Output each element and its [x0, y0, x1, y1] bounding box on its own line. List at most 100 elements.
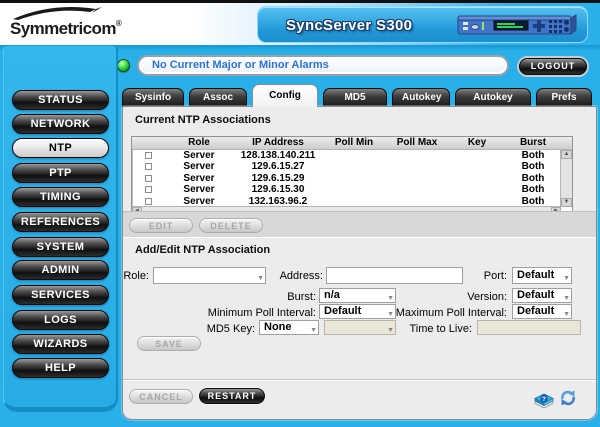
edit-button[interactable]: EDIT: [129, 218, 193, 233]
row-checkbox[interactable]: [144, 197, 152, 205]
svg-text:?: ?: [542, 396, 546, 403]
logo-text: Symmetricom®: [10, 19, 122, 38]
cell-role: Server: [183, 184, 215, 196]
cell-key: [448, 184, 506, 195]
role-label: Role:: [123, 270, 149, 282]
cell-ip: 129.6.15.29: [251, 172, 305, 184]
symmetricom-logo: Symmetricom®: [10, 5, 140, 43]
cell-poll-max: [386, 173, 448, 184]
max-poll-select[interactable]: Default ▼: [512, 304, 572, 319]
footer-divider: [123, 379, 596, 381]
tab-prefs[interactable]: Prefs: [536, 88, 592, 107]
cell-key: [448, 150, 506, 161]
cell-poll-max: [386, 150, 448, 161]
cell-role: Server: [183, 161, 215, 173]
col-key: Key: [467, 137, 487, 148]
tab-autokey[interactable]: Autokey: [392, 88, 450, 107]
cancel-button[interactable]: CANCEL: [129, 389, 193, 404]
page: Symmetricom® SyncServer S300 No Current …: [0, 0, 600, 427]
sidebar-item-ptp[interactable]: PTP: [12, 163, 109, 183]
sidebar-item-status[interactable]: STATUS: [12, 90, 109, 110]
col-poll-max: Poll Max: [396, 137, 438, 148]
cell-poll-min: [322, 184, 386, 195]
role-select[interactable]: ▼: [153, 267, 266, 284]
content-panel: Current NTP Associations Role IP Address…: [122, 106, 597, 420]
edit-delete-band: EDIT DELETE: [123, 211, 596, 238]
cell-poll-max: [386, 184, 448, 195]
row-checkbox[interactable]: [144, 163, 152, 171]
cell-burst: Both: [521, 172, 545, 184]
tab-sysinfo[interactable]: Sysinfo: [122, 88, 184, 107]
status-led-green: [117, 59, 130, 72]
ntp-associations-table: Role IP Address Poll Min Poll Max Key Bu…: [131, 136, 573, 216]
scroll-down-icon[interactable]: ▼: [561, 198, 572, 207]
tab-md5-keys[interactable]: MD5 Keys: [323, 88, 387, 121]
cell-burst: Both: [521, 150, 545, 161]
tab-autokey-client[interactable]: Autokey Client: [455, 88, 531, 121]
sidebar-item-ntp[interactable]: NTP: [12, 138, 109, 158]
burst-select[interactable]: n/a ▼: [319, 288, 396, 303]
cell-ip: 129.6.15.27: [251, 161, 305, 173]
product-title: SyncServer S300: [286, 17, 413, 34]
table-row: Server 129.6.15.29 Both: [132, 173, 572, 184]
tab-config[interactable]: Config: [252, 84, 318, 107]
sidebar-item-wizards[interactable]: WIZARDS: [12, 334, 109, 354]
table-row: Server 129.6.15.27 Both: [132, 161, 572, 172]
cell-burst: Both: [521, 161, 545, 173]
sidebar-item-system[interactable]: SYSTEM: [12, 237, 109, 257]
sidebar-item-network[interactable]: NETWORK: [12, 114, 109, 134]
form-section-title: Add/Edit NTP Association: [135, 244, 271, 256]
restart-button[interactable]: RESTART: [199, 388, 265, 404]
col-role: Role: [188, 137, 210, 148]
vertical-scrollbar[interactable]: ▲ ▼: [560, 150, 572, 207]
table-header-row: Role IP Address Poll Min Poll Max Key Bu…: [132, 137, 572, 150]
sidebar: STATUS NETWORK NTP PTP TIMING REFERENCES…: [3, 46, 118, 412]
table-row: Server 128.138.140.211 Both: [132, 150, 572, 161]
row-checkbox[interactable]: [144, 174, 152, 182]
ttl-input: [477, 320, 581, 335]
row-checkbox[interactable]: [144, 186, 152, 194]
sidebar-item-references[interactable]: REFERENCES: [12, 212, 109, 232]
md5-key-label: MD5 Key:: [206, 323, 255, 335]
tab-bar: Sysinfo Assoc Config MD5 Keys Autokey Au…: [122, 84, 598, 121]
cell-role: Server: [183, 150, 215, 161]
cell-ip: 128.138.140.211: [240, 150, 316, 161]
assoc-section-title: Current NTP Associations: [135, 114, 271, 126]
row-checkbox[interactable]: [144, 152, 152, 159]
cell-poll-min: [322, 161, 386, 172]
col-burst: Burst: [519, 137, 547, 148]
version-select[interactable]: Default ▼: [512, 288, 572, 303]
burst-label: Burst:: [287, 291, 316, 303]
version-label: Version:: [467, 291, 507, 303]
table-row: Server 129.6.15.30 Both: [132, 184, 572, 195]
chevron-down-icon: ▼: [563, 275, 570, 282]
save-button[interactable]: SAVE: [137, 336, 201, 351]
delete-button[interactable]: DELETE: [199, 218, 263, 233]
sidebar-item-logs[interactable]: LOGS: [12, 310, 109, 330]
sidebar-item-admin[interactable]: ADMIN: [12, 260, 109, 280]
help-book-icon[interactable]: ?: [532, 388, 556, 408]
col-ip: IP Address: [252, 137, 304, 148]
header: Symmetricom® SyncServer S300: [0, 3, 600, 45]
cell-burst: Both: [521, 184, 545, 196]
sidebar-item-timing[interactable]: TIMING: [12, 187, 109, 207]
refresh-icon[interactable]: [558, 389, 578, 407]
header-blue-panel: SyncServer S300: [257, 6, 588, 43]
cell-key: [448, 173, 506, 184]
alarm-status-banner: No Current Major or Minor Alarms: [137, 55, 509, 76]
cell-poll-min: [322, 173, 386, 184]
cell-poll-max: [386, 161, 448, 172]
sidebar-item-services[interactable]: SERVICES: [12, 285, 109, 305]
port-select[interactable]: Default ▼: [512, 267, 572, 284]
tab-assoc[interactable]: Assoc: [189, 88, 247, 107]
cell-ip: 129.6.15.30: [251, 184, 305, 196]
md5-key-select[interactable]: None ▼: [259, 320, 319, 335]
sidebar-item-help[interactable]: HELP: [12, 358, 109, 378]
chevron-down-icon: ▼: [310, 327, 317, 334]
col-poll-min: Poll Min: [334, 137, 374, 148]
scroll-up-icon[interactable]: ▲: [561, 150, 572, 159]
cell-key: [448, 161, 506, 172]
logout-button[interactable]: LOGOUT: [519, 58, 587, 75]
port-label: Port:: [483, 270, 507, 282]
min-poll-label: Minimum Poll Interval:: [207, 307, 316, 319]
